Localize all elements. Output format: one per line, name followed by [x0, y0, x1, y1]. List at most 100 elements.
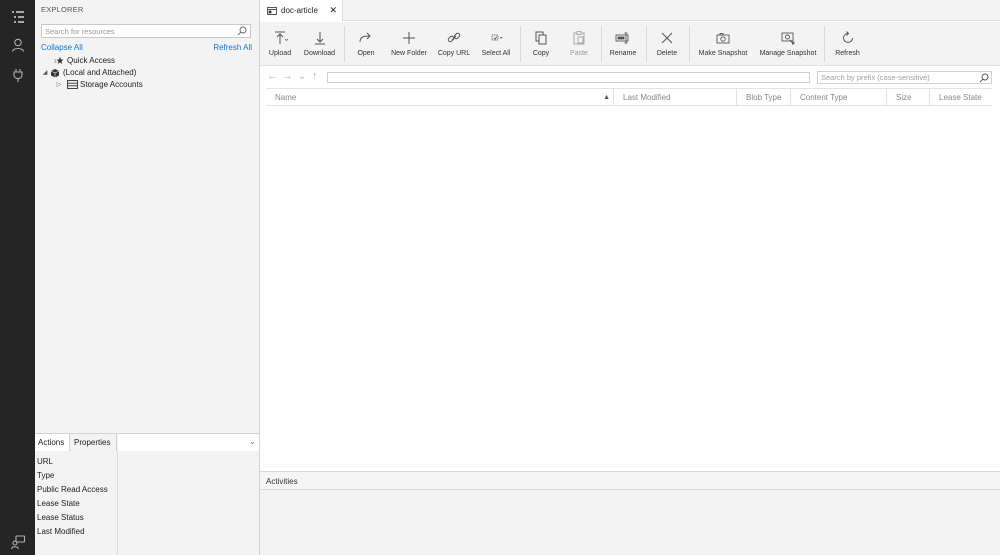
select-all-label: Select All — [481, 50, 511, 57]
chevron-down-icon[interactable]: ⌄ — [249, 437, 256, 446]
property-type: Type — [37, 471, 55, 480]
explorer-icon[interactable] — [0, 2, 35, 32]
rename-label: Rename — [609, 50, 637, 57]
blob-table-header: Name ▲ Last Modified Blob Type Content T… — [266, 88, 992, 106]
tree-item-label: (Local and Attached) — [63, 68, 137, 77]
column-header-last-modified[interactable]: Last Modified — [614, 89, 737, 106]
download-button[interactable]: Download — [301, 22, 338, 66]
sort-ascending-icon[interactable]: ▲ — [603, 89, 610, 106]
resource-search-input[interactable] — [42, 26, 232, 36]
search-icon[interactable] — [979, 73, 989, 83]
upload-label: Upload — [268, 50, 292, 57]
column-header-blob-type[interactable]: Blob Type — [737, 89, 791, 106]
storage-account-icon — [66, 80, 78, 90]
expand-arrow-icon[interactable]: ▷ — [55, 81, 63, 88]
tab-properties[interactable]: Properties — [71, 434, 117, 451]
refresh-label: Refresh — [835, 50, 860, 57]
properties-divider — [117, 452, 118, 555]
plug-icon[interactable] — [0, 60, 35, 90]
column-header-size[interactable]: Size — [887, 89, 930, 106]
plus-icon — [403, 32, 415, 44]
activities-header: Activities — [260, 472, 1000, 490]
navigation-bar: ← → ⌄ ↑ — [260, 67, 1000, 87]
toolbar-separator — [520, 26, 521, 62]
open-icon — [359, 32, 371, 43]
delete-icon — [661, 32, 673, 44]
toolbar-separator — [601, 26, 602, 62]
paste-button[interactable]: Paste — [567, 22, 591, 66]
select-all-icon — [491, 34, 503, 41]
paste-icon — [573, 31, 585, 45]
copy-url-button[interactable]: Copy URL — [437, 22, 471, 66]
tab-actions[interactable]: Actions — [35, 434, 70, 451]
toolbar-separator — [344, 26, 345, 62]
search-icon[interactable] — [237, 26, 247, 36]
properties-tabs: Actions Properties ⌄ — [35, 434, 259, 451]
tree-item-label: Storage Accounts — [80, 80, 143, 89]
paste-label: Paste — [570, 50, 588, 57]
collapse-arrow-icon[interactable]: ◢ — [41, 69, 49, 76]
toolbar: Upload Download Open New Folder Copy URL… — [260, 22, 1000, 66]
column-header-label: Name — [275, 93, 297, 102]
toolbar-separator — [824, 26, 825, 62]
explorer-title: EXPLORER — [41, 5, 84, 14]
make-snapshot-button[interactable]: Make Snapshot — [697, 22, 749, 66]
refresh-all-link[interactable]: Refresh All — [213, 43, 252, 52]
cube-icon — [49, 68, 61, 78]
activities-panel: Activities — [260, 471, 1000, 555]
camera-icon — [716, 33, 730, 44]
column-header-name[interactable]: Name ▲ — [266, 89, 614, 106]
refresh-icon — [842, 31, 853, 43]
tree-item-local-attached[interactable]: ◢ (Local and Attached) — [41, 67, 136, 78]
tree-item-quick-access[interactable]: Quick Access — [53, 55, 115, 66]
explorer-panel: EXPLORER Collapse All Refresh All Quick … — [35, 0, 260, 555]
property-lease-state: Lease State — [37, 499, 80, 508]
prefix-search-input[interactable] — [818, 72, 976, 83]
toolbar-separator — [689, 26, 690, 62]
delete-label: Delete — [656, 50, 678, 57]
link-icon — [447, 32, 461, 43]
property-public-read-access: Public Read Access — [37, 485, 108, 494]
copy-icon — [535, 31, 547, 45]
manage-snapshot-icon — [781, 32, 795, 45]
rename-icon — [615, 32, 629, 44]
feedback-icon[interactable] — [0, 527, 35, 555]
resource-search-box[interactable] — [41, 24, 251, 38]
upload-icon — [275, 31, 288, 44]
copy-label: Copy — [532, 50, 550, 57]
manage-snapshot-label: Manage Snapshot — [759, 50, 817, 57]
path-input[interactable] — [327, 72, 810, 83]
new-folder-label: New Folder — [391, 50, 427, 57]
property-url: URL — [37, 457, 54, 466]
activity-bar — [0, 0, 35, 555]
property-last-modified: Last Modified — [37, 527, 85, 536]
open-label: Open — [357, 50, 375, 57]
up-arrow-icon[interactable]: ↑ — [312, 70, 318, 82]
property-lease-status: Lease Status — [37, 513, 84, 522]
chevron-down-icon[interactable]: ⌄ — [298, 71, 306, 82]
forward-arrow-icon[interactable]: → — [282, 70, 293, 82]
manage-snapshot-button[interactable]: Manage Snapshot — [758, 22, 818, 66]
collapse-all-link[interactable]: Collapse All — [41, 43, 83, 52]
tab-title: doc-article — [281, 6, 318, 15]
upload-button[interactable]: Upload — [266, 22, 294, 66]
toolbar-separator — [646, 26, 647, 62]
copy-button[interactable]: Copy — [530, 22, 552, 66]
tree-item-storage-accounts[interactable]: ▷ Storage Accounts — [55, 79, 143, 90]
prefix-search-box[interactable] — [817, 71, 992, 84]
account-icon[interactable] — [0, 30, 35, 60]
properties-dropdown[interactable]: ⌄ — [118, 434, 259, 451]
back-arrow-icon[interactable]: ← — [267, 70, 278, 82]
close-icon[interactable]: ✕ — [329, 5, 337, 16]
tab-doc-article[interactable]: doc-article ✕ — [260, 0, 343, 21]
rename-button[interactable]: Rename — [609, 22, 637, 66]
delete-button[interactable]: Delete — [655, 22, 679, 66]
new-folder-button[interactable]: New Folder — [390, 22, 428, 66]
column-header-lease-state[interactable]: Lease State — [930, 89, 992, 106]
refresh-button[interactable]: Refresh — [834, 22, 861, 66]
open-button[interactable]: Open — [354, 22, 378, 66]
download-label: Download — [303, 50, 336, 57]
select-all-button[interactable]: Select All — [479, 22, 513, 66]
column-header-content-type[interactable]: Content Type — [791, 89, 887, 106]
make-snapshot-label: Make Snapshot — [698, 50, 748, 57]
